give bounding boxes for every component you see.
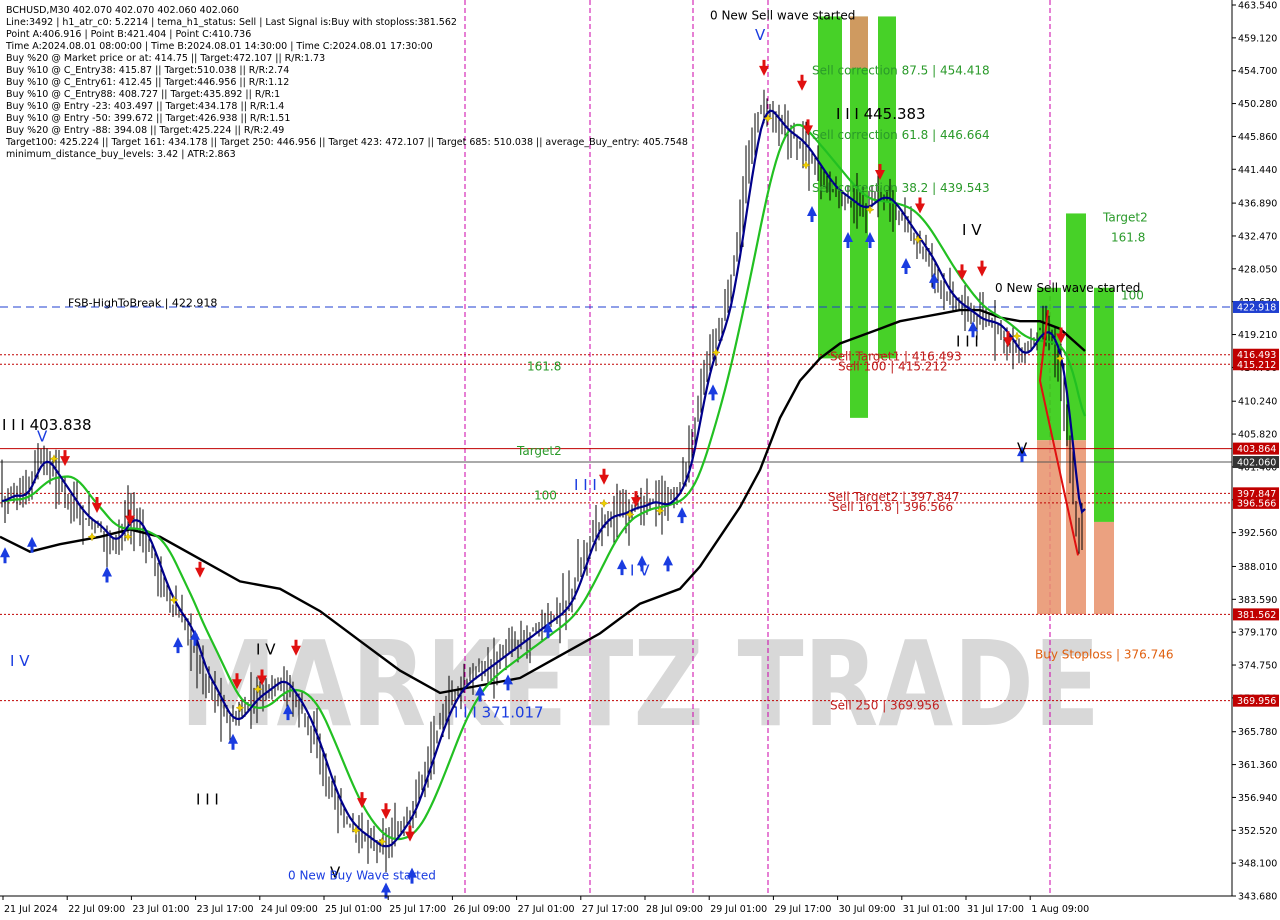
chart-annotation: I V	[10, 652, 30, 670]
time-tick-label: 23 Jul 01:00	[132, 904, 189, 915]
info-line: minimum_distance_buy_levels: 3.42 | ATR:…	[6, 149, 236, 160]
time-tick-label: 29 Jul 17:00	[774, 904, 831, 915]
wave-point-label: V	[755, 26, 766, 44]
price-level-tag-label: 422.918	[1237, 302, 1276, 313]
chart-annotation: 0 New Buy Wave started	[288, 868, 436, 882]
price-tick-label: 379.170	[1238, 628, 1277, 639]
green-zone-box	[1094, 287, 1114, 522]
info-line: Buy %10 @ C_Entry61: 412.45 || Target:44…	[6, 77, 289, 88]
price-tick-label: 365.780	[1238, 727, 1277, 738]
info-line: Buy %20 @ Entry -88: 394.08 || Target:42…	[6, 125, 284, 136]
chart-annotation: 0 New Sell wave started	[995, 281, 1140, 295]
price-level-tag-label: 381.562	[1237, 610, 1276, 621]
chart-annotation: 161.8	[1111, 231, 1145, 245]
price-level-tag-label: 369.956	[1237, 696, 1276, 707]
chart-annotation: Sell 161.8 | 396.566	[832, 500, 953, 514]
chart-annotation: I I I	[956, 333, 979, 351]
price-tick-label: 454.700	[1238, 66, 1277, 77]
chart-annotation: Sell correction 38.2 | 439.543	[812, 181, 990, 195]
info-line: Point A:406.916 | Point B:421.404 | Poin…	[6, 29, 251, 40]
price-tick-label: 361.360	[1238, 760, 1277, 771]
chart-annotation: I I I	[196, 790, 219, 808]
price-tick-label: 436.890	[1238, 199, 1277, 210]
price-tick-label: 432.470	[1238, 231, 1277, 242]
price-tick-label: 356.940	[1238, 793, 1277, 804]
chart-annotation: Sell 250 | 369.956	[830, 698, 940, 712]
info-line: Buy %10 @ C_Entry38: 415.87 || Target:51…	[6, 65, 289, 76]
price-level-tag-label: 396.566	[1237, 498, 1276, 509]
chart-annotation: Sell 100 | 415.212	[838, 359, 948, 373]
info-line: Time A:2024.08.01 08:00:00 | Time B:2024…	[5, 41, 433, 52]
time-tick-label: 21 Jul 2024	[4, 904, 58, 915]
time-tick-label: 26 Jul 09:00	[453, 904, 510, 915]
price-tick-label: 405.820	[1238, 430, 1277, 441]
orange-zone-box	[1094, 521, 1114, 615]
chart-annotation: Sell correction 87.5 | 454.418	[812, 63, 990, 77]
price-tick-label: 428.050	[1238, 264, 1277, 275]
price-chart[interactable]: MARKETZ TRADE VVVV 0 New Sell wave start…	[0, 0, 1280, 920]
chart-annotation: I I I	[574, 476, 597, 494]
time-tick-label: 28 Jul 09:00	[646, 904, 703, 915]
price-tick-label: 450.280	[1238, 99, 1277, 110]
wave-point-label: V	[1017, 440, 1028, 458]
chart-annotation: FSB-HighToBreak | 422.918	[68, 296, 217, 309]
chart-annotation: 161.8	[527, 359, 561, 373]
watermark-text: MARKETZ TRADE	[180, 615, 1100, 753]
price-tick-label: 419.210	[1238, 330, 1277, 341]
price-tick-label: 383.590	[1238, 595, 1277, 606]
time-tick-label: 24 Jul 09:00	[261, 904, 318, 915]
info-line: Buy %10 @ C_Entry88: 408.727 || Target:4…	[6, 89, 280, 100]
price-tick-label: 374.750	[1238, 661, 1277, 672]
price-tick-label: 352.520	[1238, 826, 1277, 837]
time-tick-label: 22 Jul 09:00	[68, 904, 125, 915]
time-tick-label: 29 Jul 01:00	[710, 904, 767, 915]
time-tick-label: 25 Jul 17:00	[389, 904, 446, 915]
info-line: Buy %10 @ Entry -23: 403.497 || Target:4…	[6, 101, 284, 112]
chart-annotation: 100	[1121, 289, 1144, 303]
chart-annotation: 100	[534, 489, 557, 503]
price-tick-label: 463.540	[1238, 1, 1277, 12]
symbol-line: BCHUSD,M30 402.070 402.070 402.060 402.0…	[6, 5, 239, 16]
time-tick-label: 27 Jul 01:00	[518, 904, 575, 915]
chart-annotation: 0 New Sell wave started	[710, 8, 855, 22]
chart-annotation: I I I 371.017	[454, 703, 544, 721]
info-line: Target100: 425.224 || Target 161: 434.17…	[5, 137, 688, 148]
info-line: Buy %20 @ Market price or at: 414.75 || …	[6, 53, 325, 64]
price-tick-label: 343.680	[1238, 892, 1277, 903]
chart-annotation: I V	[256, 640, 276, 658]
chart-annotation: I I I 403.838	[2, 416, 92, 434]
price-tick-label: 459.120	[1238, 33, 1277, 44]
watermark: MARKETZ TRADE	[180, 615, 1100, 753]
price-tick-label: 392.560	[1238, 528, 1277, 539]
time-tick-label: 23 Jul 17:00	[197, 904, 254, 915]
chart-annotation: I V	[630, 561, 650, 579]
orange-zone-box	[1037, 440, 1061, 615]
chart-annotation: Target2	[516, 444, 562, 458]
price-tick-label: 348.100	[1238, 859, 1277, 870]
price-level-tag-label: 415.212	[1237, 360, 1276, 371]
chart-annotation: I V	[962, 221, 982, 239]
price-level-tag-label: 402.060	[1237, 458, 1276, 469]
time-tick-label: 31 Jul 01:00	[903, 904, 960, 915]
chart-annotation: Sell correction 61.8 | 446.664	[812, 128, 990, 142]
info-line: Buy %10 @ Entry -50: 399.672 || Target:4…	[6, 113, 290, 124]
chart-annotation: Buy Stoploss | 376.746	[1035, 648, 1174, 662]
chart-annotation: Target2	[1102, 211, 1148, 225]
price-tick-label: 441.440	[1238, 165, 1277, 176]
time-tick-label: 25 Jul 01:00	[325, 904, 382, 915]
time-tick-label: 1 Aug 09:00	[1031, 904, 1089, 915]
time-tick-label: 27 Jul 17:00	[582, 904, 639, 915]
time-tick-label: 30 Jul 09:00	[839, 904, 896, 915]
time-tick-label: 31 Jul 17:00	[967, 904, 1024, 915]
price-tick-label: 410.240	[1238, 397, 1277, 408]
price-tick-label: 388.010	[1238, 562, 1277, 573]
orange-zone-box	[850, 16, 868, 69]
info-line: Line:3492 | h1_atr_c0: 5.2214 | tema_h1_…	[6, 17, 457, 28]
price-level-tag-label: 403.864	[1237, 444, 1276, 455]
price-tick-label: 445.860	[1238, 132, 1277, 143]
chart-annotation: I I I 445.383	[836, 105, 926, 123]
